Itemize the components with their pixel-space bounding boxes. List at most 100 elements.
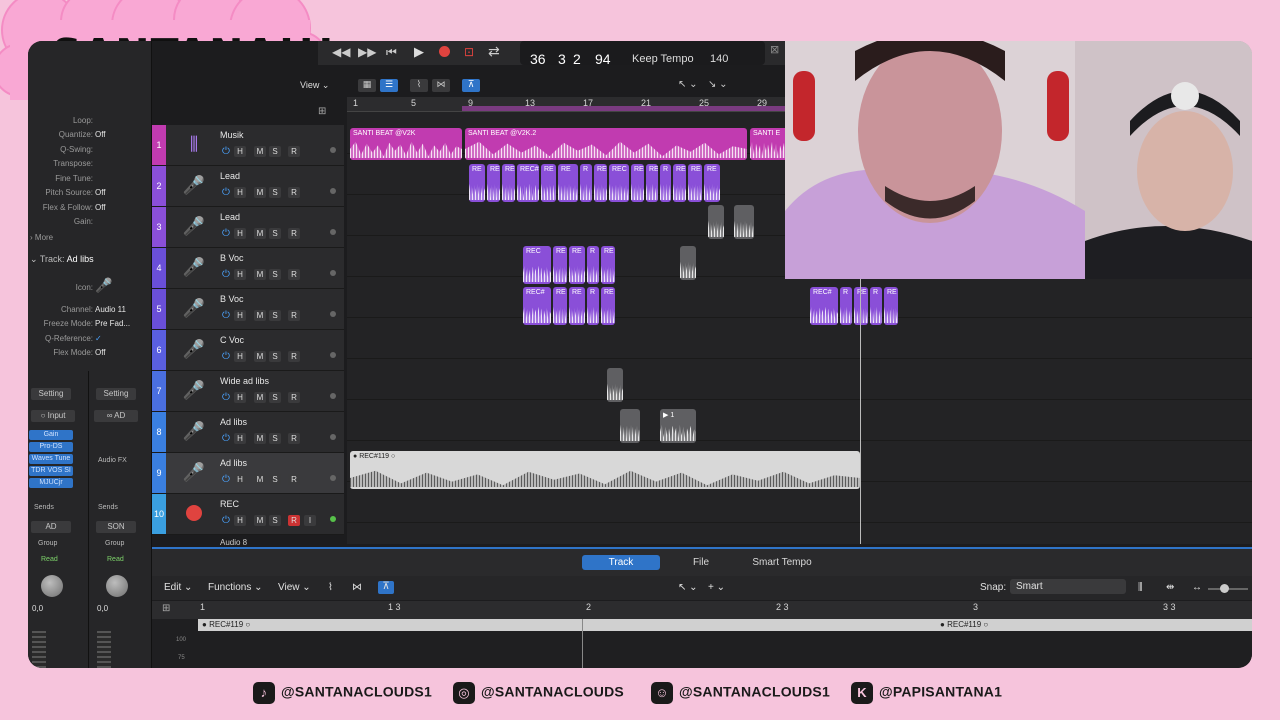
automation-read[interactable]: Read: [41, 556, 58, 563]
rewind-icon[interactable]: ◀◀: [332, 45, 350, 59]
setting-button[interactable]: Setting: [31, 388, 71, 400]
mute-button[interactable]: M: [254, 146, 266, 157]
audio-region[interactable]: RE: [502, 164, 515, 202]
audio-region[interactable]: RE: [673, 164, 686, 202]
list-view-icon[interactable]: ☰: [380, 79, 398, 92]
input-button[interactable]: ○ Input: [31, 410, 75, 422]
track-header[interactable]: 10 REC ⏻ H M S R I: [152, 494, 344, 535]
automation-icon[interactable]: ⌇: [328, 582, 333, 593]
solo-button[interactable]: S: [269, 269, 281, 280]
hide-button[interactable]: H: [234, 310, 246, 321]
replace-icon[interactable]: ⊡: [464, 45, 474, 59]
output-button[interactable]: AD: [31, 521, 71, 533]
selected-audio-region[interactable]: ● REC#119 ○: [350, 451, 860, 489]
automation-icon[interactable]: ⌇: [410, 79, 428, 92]
hide-button[interactable]: H: [234, 228, 246, 239]
catch-icon[interactable]: ⊼: [462, 79, 480, 92]
hide-button[interactable]: H: [234, 474, 246, 485]
hide-button[interactable]: H: [234, 269, 246, 280]
audio-region[interactable]: RE: [601, 246, 615, 284]
audio-region[interactable]: [607, 368, 623, 402]
fader[interactable]: [32, 631, 46, 668]
hide-button[interactable]: H: [234, 433, 246, 444]
solo-button[interactable]: S: [269, 515, 281, 526]
power-icon[interactable]: ⏻: [220, 392, 232, 403]
volume-readout[interactable]: 0,0: [32, 604, 43, 613]
power-icon[interactable]: ⏻: [220, 187, 232, 198]
track-name[interactable]: B Voc: [220, 294, 244, 304]
kick-handle[interactable]: K @PAPISANTANA1: [851, 682, 1002, 704]
audio-region[interactable]: [734, 205, 754, 239]
record-arm-button[interactable]: R: [288, 515, 300, 526]
power-icon[interactable]: ⏻: [220, 269, 232, 280]
track-name[interactable]: REC: [220, 499, 239, 509]
waveform-zoom-icon[interactable]: ⫼: [1138, 582, 1143, 593]
record-arm-button[interactable]: R: [288, 310, 300, 321]
forward-icon[interactable]: ▶▶: [358, 45, 376, 59]
track-name[interactable]: B Voc: [220, 253, 244, 263]
record-arm-button[interactable]: R: [288, 433, 300, 444]
track-header[interactable]: 8 🎤 Ad libs ⏻ H M S R: [152, 412, 344, 453]
setting-button[interactable]: Setting: [96, 388, 136, 400]
audio-region[interactable]: SANTI BEAT @V2K.2: [465, 128, 747, 160]
add-tool-icon[interactable]: + ⌄: [708, 582, 725, 593]
solo-button[interactable]: S: [269, 392, 281, 403]
solo-button[interactable]: S: [269, 474, 281, 485]
editor-playhead[interactable]: [582, 619, 583, 668]
group-button[interactable]: Group: [38, 540, 57, 547]
pointer-tool-icon[interactable]: ↖ ⌄: [678, 582, 698, 593]
audio-region[interactable]: RE: [487, 164, 500, 202]
track-header[interactable]: 5 🎤 B Voc ⏻ H M S R: [152, 289, 344, 330]
track-header[interactable]: 2 🎤 Lead ⏻ H M S R: [152, 166, 344, 207]
audio-region[interactable]: RE: [854, 287, 868, 325]
audio-region[interactable]: RE: [553, 287, 567, 325]
audio-region[interactable]: R: [660, 164, 671, 202]
mute-button[interactable]: M: [254, 474, 266, 485]
instagram-handle[interactable]: ◎ @SANTANACLOUDS: [453, 682, 624, 704]
plugin-slot[interactable]: Waves Tune: [29, 454, 73, 464]
play-icon[interactable]: ▶: [414, 44, 424, 60]
audio-region[interactable]: REC#: [517, 164, 539, 202]
solo-button[interactable]: S: [269, 433, 281, 444]
plugin-slot[interactable]: TDR VOS SI: [29, 466, 73, 476]
power-icon[interactable]: ⏻: [220, 433, 232, 444]
track-name[interactable]: Musik: [220, 130, 244, 140]
hide-button[interactable]: H: [234, 187, 246, 198]
track-name[interactable]: Wide ad libs: [220, 376, 269, 386]
tiktok-handle[interactable]: ♪ @SANTANACLOUDS1: [253, 682, 432, 704]
mute-button[interactable]: M: [254, 269, 266, 280]
track-header[interactable]: 7 🎤 Wide ad libs ⏻ H M S R: [152, 371, 344, 412]
pan-knob[interactable]: [106, 575, 128, 597]
audio-region[interactable]: REC: [609, 164, 629, 202]
plugin-slot[interactable]: Gain: [29, 430, 73, 440]
audio-region[interactable]: RE: [704, 164, 720, 202]
audio-region[interactable]: R: [587, 246, 599, 284]
audio-region[interactable]: RE: [569, 287, 585, 325]
audio-region[interactable]: RE: [469, 164, 485, 202]
catch-icon[interactable]: ⊼: [378, 581, 394, 594]
editor-region-bar[interactable]: [198, 619, 1252, 631]
record-arm-button[interactable]: R: [288, 269, 300, 280]
track-header[interactable]: 9 🎤 Ad libs ⏻ H M S R: [152, 453, 344, 494]
audio-region[interactable]: ▶ 1: [660, 409, 696, 443]
record-arm-button[interactable]: R: [288, 392, 300, 403]
tab-smart-tempo[interactable]: Smart Tempo: [747, 555, 817, 570]
track-name[interactable]: C Voc: [220, 335, 244, 345]
audio-region[interactable]: RE: [558, 164, 578, 202]
close-icon[interactable]: ⊠: [770, 43, 779, 56]
audio-region[interactable]: SANTI E: [750, 128, 790, 160]
power-icon[interactable]: ⏻: [220, 351, 232, 362]
power-icon[interactable]: ⏻: [220, 310, 232, 321]
editor-ruler[interactable]: ⊞ 1 1 3 2 2 3 3 3 3: [152, 601, 1252, 619]
record-icon[interactable]: [439, 46, 450, 57]
group-button[interactable]: Group: [105, 540, 124, 547]
track-name[interactable]: Lead: [220, 171, 240, 181]
mute-button[interactable]: M: [254, 515, 266, 526]
record-arm-button[interactable]: R: [288, 351, 300, 362]
hide-button[interactable]: H: [234, 392, 246, 403]
mute-button[interactable]: M: [254, 310, 266, 321]
track-header[interactable]: 1 ⫼ Musik ⏻ H M S R: [152, 125, 344, 166]
zoom-slider-thumb[interactable]: [1220, 584, 1229, 593]
add-icon[interactable]: ⊞: [162, 603, 170, 614]
audio-region[interactable]: RE: [541, 164, 556, 202]
